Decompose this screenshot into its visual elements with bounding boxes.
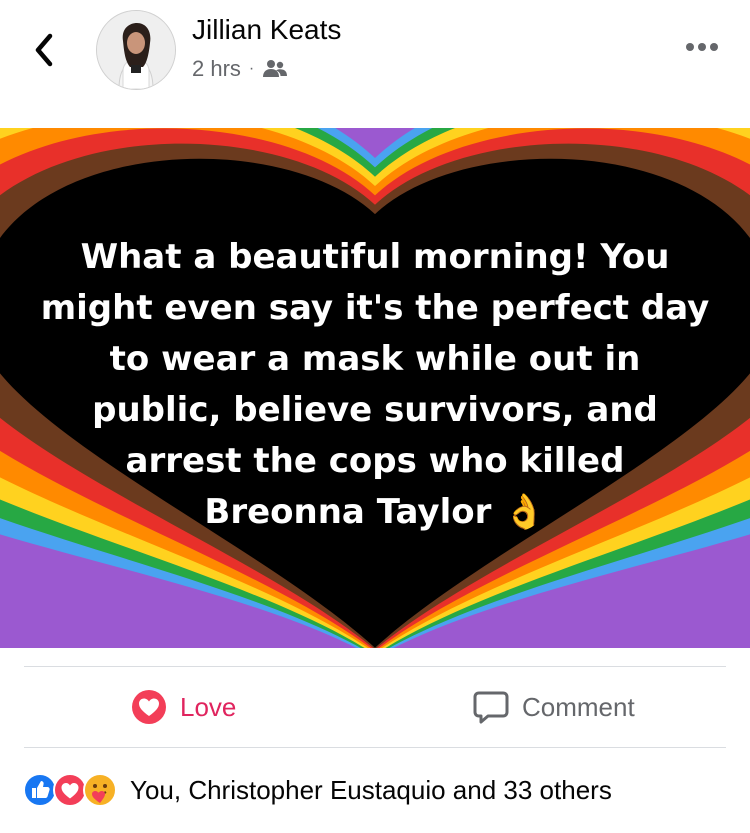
friends-icon: [263, 60, 288, 77]
comment-button[interactable]: Comment: [472, 687, 635, 727]
author-name[interactable]: Jillian Keats: [192, 14, 341, 46]
love-button[interactable]: Love: [130, 687, 236, 727]
author-avatar[interactable]: [96, 10, 176, 90]
avatar-photo: [97, 11, 175, 89]
reactions-text: You, Christopher Eustaquio and 33 others: [130, 774, 612, 805]
post-image[interactable]: What a beautiful morning! You might even…: [0, 128, 750, 648]
comment-label: Comment: [522, 691, 635, 722]
post-actions: Love Comment: [0, 667, 750, 747]
more-options-icon: [686, 43, 718, 51]
care-icon: [83, 773, 117, 807]
love-reaction-icon: [132, 690, 166, 724]
post-text-body: What a beautiful morning! You might even…: [40, 237, 710, 532]
ok-hand-emoji: 👌: [503, 492, 546, 532]
more-options-button[interactable]: [684, 40, 720, 54]
meta-separator: ·: [248, 60, 255, 77]
post-header: Jillian Keats 2 hrs ·: [0, 0, 750, 128]
reactions-summary[interactable]: You, Christopher Eustaquio and 33 others: [22, 770, 612, 810]
chevron-left-icon: [35, 33, 53, 67]
post-timestamp[interactable]: 2 hrs: [192, 56, 241, 82]
reaction-icons: [22, 772, 117, 808]
comment-icon: [473, 691, 509, 724]
post-text: What a beautiful morning! You might even…: [40, 232, 710, 538]
back-button[interactable]: [30, 30, 60, 70]
divider-bottom: [24, 747, 726, 748]
post-meta: 2 hrs ·: [192, 56, 288, 82]
love-label: Love: [180, 691, 237, 722]
